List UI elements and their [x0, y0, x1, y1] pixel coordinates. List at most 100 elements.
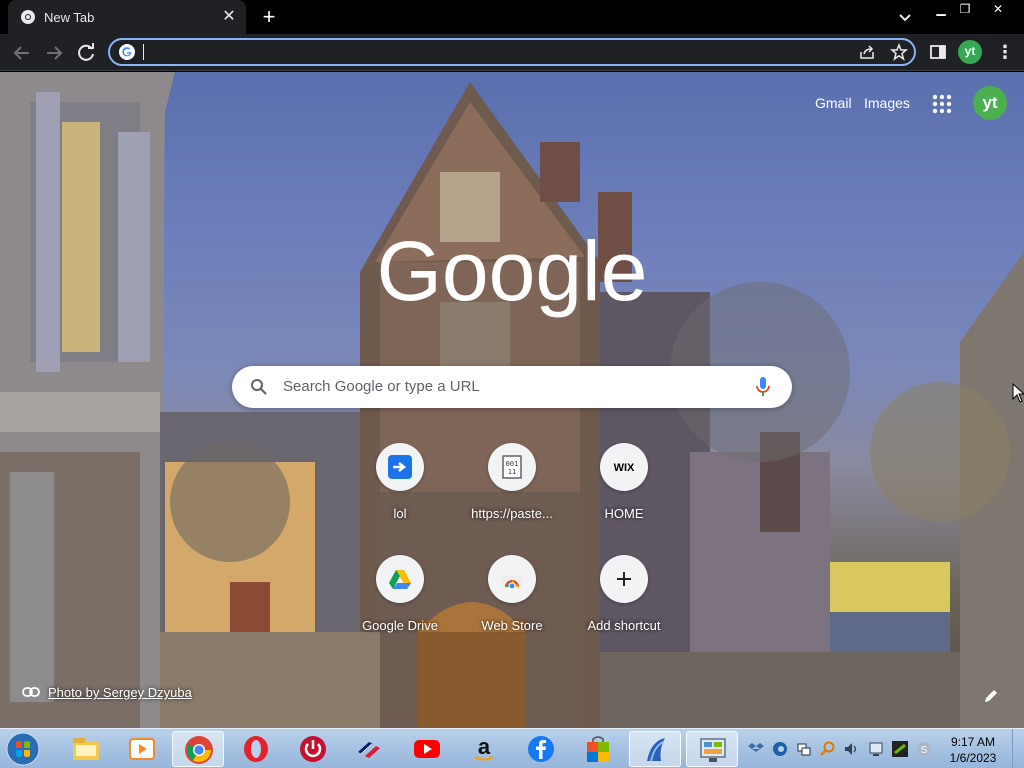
tab-search-icon[interactable] — [895, 7, 915, 27]
svg-text:a: a — [478, 734, 491, 759]
shortcut-add[interactable]: Add shortcut — [568, 555, 680, 655]
shortcut-lol[interactable]: lol — [344, 443, 456, 543]
forward-icon[interactable] — [42, 41, 66, 65]
close-window-button[interactable]: ✕ — [985, 0, 1011, 18]
wix-icon: WIX — [614, 462, 635, 474]
photo-credit-link[interactable]: Photo by Sergey Dzyuba — [22, 685, 192, 700]
restore-button[interactable]: ❐ — [952, 0, 978, 18]
bank-of-america-icon — [358, 742, 380, 758]
facebook-icon — [528, 736, 554, 762]
reload-icon[interactable] — [74, 41, 98, 65]
shortcut-icon-container — [376, 555, 424, 603]
mouse-cursor-icon — [1012, 383, 1024, 403]
shortcut-pastebin[interactable]: 001 11 https://paste... — [456, 443, 568, 543]
svg-text:11: 11 — [508, 468, 516, 476]
blue-arrow-icon — [388, 455, 412, 479]
google-apps-icon[interactable] — [930, 92, 954, 116]
shortcut-web-store[interactable]: Web Store — [456, 555, 568, 655]
control-panel-icon — [700, 738, 726, 762]
shortcut-label: https://paste... — [471, 506, 553, 521]
network-tray-icon[interactable] — [796, 741, 812, 757]
google-g-icon — [119, 44, 135, 60]
side-panel-icon[interactable] — [929, 43, 947, 61]
shortcut-label: Google Drive — [362, 618, 438, 633]
tab-new-tab[interactable]: New Tab ✕ — [8, 0, 246, 34]
minimize-button[interactable]: ▁ — [928, 0, 954, 18]
text-caret — [143, 44, 144, 60]
taskbar-amazon[interactable]: a — [458, 731, 510, 767]
tab-title: New Tab — [44, 10, 95, 25]
youtube-icon — [414, 740, 440, 758]
store-bag-icon — [587, 736, 609, 762]
shortcut-icon-container — [376, 443, 424, 491]
shortcut-label: Add shortcut — [587, 618, 661, 633]
chrome-icon — [21, 10, 35, 24]
wix-icon-text: WIX — [614, 462, 635, 474]
search-tray-icon[interactable] — [820, 741, 836, 757]
search-icon — [251, 379, 267, 395]
bookmark-star-icon[interactable] — [890, 43, 908, 61]
gmail-link[interactable]: Gmail — [815, 95, 852, 111]
app-icon — [647, 738, 665, 762]
taskbar-youtube[interactable] — [401, 731, 453, 767]
taskbar-media-player[interactable] — [116, 731, 168, 767]
google-drive-icon — [389, 570, 411, 589]
chrome-icon — [185, 736, 213, 764]
share-icon[interactable] — [858, 43, 876, 61]
search-box[interactable]: Search Google or type a URL — [232, 366, 792, 408]
back-icon[interactable] — [10, 41, 34, 65]
taskbar-store[interactable] — [572, 731, 624, 767]
amazon-icon: a — [474, 734, 494, 761]
volume-tray-icon[interactable] — [844, 741, 860, 757]
dropbox-tray-icon[interactable] — [748, 741, 764, 757]
binary-file-icon: 001 11 — [502, 455, 522, 479]
search-placeholder: Search Google or type a URL — [283, 378, 480, 395]
svg-text:001: 001 — [506, 460, 519, 468]
show-desktop-button[interactable] — [1012, 729, 1024, 768]
power-icon — [300, 736, 326, 762]
windows-start-icon[interactable] — [4, 731, 42, 767]
taskbar-facebook[interactable] — [515, 731, 567, 767]
taskbar-power[interactable] — [287, 731, 339, 767]
close-tab-icon[interactable]: ✕ — [220, 8, 238, 26]
toolbar: yt ⋮ — [0, 34, 1024, 71]
clock-date: 1/6/2023 — [949, 751, 997, 765]
profile-button[interactable]: yt — [958, 40, 982, 64]
shortcut-label: Web Store — [481, 618, 543, 633]
google-logo-text: Google — [377, 224, 648, 318]
taskbar-file-explorer[interactable] — [60, 731, 112, 767]
address-bar[interactable] — [108, 38, 916, 66]
action-center-tray-icon[interactable] — [868, 741, 884, 757]
shortcut-icon-container — [488, 555, 536, 603]
chrome-web-store-icon — [502, 575, 522, 590]
skype-tray-icon[interactable]: S — [916, 741, 932, 757]
account-avatar[interactable]: yt — [973, 86, 1007, 120]
plus-icon — [617, 572, 631, 586]
taskbar-opera[interactable] — [230, 731, 282, 767]
taskbar-control-panel[interactable] — [686, 731, 738, 767]
customize-pencil-icon[interactable] — [983, 688, 999, 704]
nvidia-tray-icon[interactable] — [892, 741, 908, 757]
clock-time: 9:17 AM — [950, 735, 996, 749]
new-tab-page: Gmail Images yt Google Search Google or … — [0, 72, 1024, 728]
link-icon — [22, 687, 40, 697]
images-link[interactable]: Images — [864, 95, 910, 111]
photo-credit-text: Photo by Sergey Dzyuba — [48, 685, 192, 700]
shortcut-label: lol — [393, 506, 407, 521]
opera-icon — [244, 736, 268, 762]
shortcut-icon-container: 001 11 — [488, 443, 536, 491]
media-player-icon — [129, 738, 155, 760]
microphone-icon[interactable] — [754, 375, 772, 399]
taskbar-chrome[interactable] — [172, 731, 224, 767]
new-tab-button[interactable]: + — [258, 6, 280, 28]
tab-strip: New Tab ✕ + ▁ ❐ ✕ — [0, 0, 1024, 34]
taskbar-app[interactable] — [629, 731, 681, 767]
shortcut-google-drive[interactable]: Google Drive — [344, 555, 456, 655]
edge-tray-icon[interactable] — [772, 741, 788, 757]
kebab-menu-icon[interactable]: ⋮ — [996, 42, 1014, 62]
windows-taskbar: a S 9:17 AM 1/6/2023 — [0, 728, 1024, 768]
taskbar-bank-of-america[interactable] — [344, 731, 396, 767]
system-clock[interactable]: 9:17 AM 1/6/2023 — [944, 734, 1002, 766]
shortcut-label: HOME — [604, 506, 644, 521]
shortcut-home[interactable]: WIX HOME — [568, 443, 680, 543]
